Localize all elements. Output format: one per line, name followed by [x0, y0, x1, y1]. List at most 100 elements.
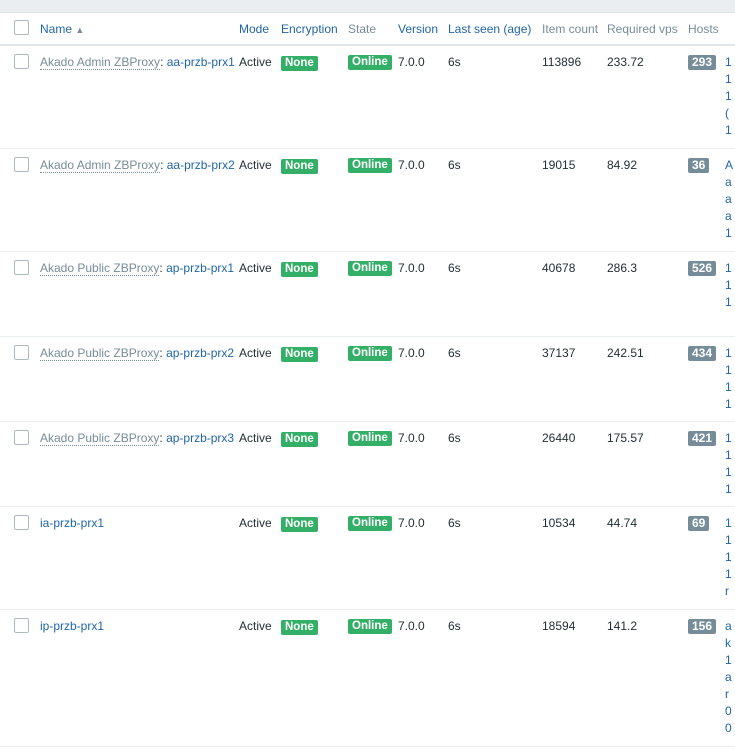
- item-count: 19015: [542, 148, 607, 252]
- host-link[interactable]: 1: [725, 464, 735, 481]
- hosts-list: Aaaa1: [725, 148, 735, 252]
- proxy-name-link[interactable]: ip-przb-prx1: [40, 619, 104, 633]
- column-encryption[interactable]: Encryption: [281, 13, 348, 46]
- proxy-name-link[interactable]: ap-przb-prx3: [166, 431, 234, 445]
- proxy-name-link[interactable]: aa-przb-prx1: [167, 55, 235, 69]
- mode: Active: [239, 506, 281, 610]
- encryption-badge: None: [281, 619, 318, 635]
- mode: Active: [239, 45, 281, 149]
- table-row: ia-przb-prx1 Active None Online 7.0.0 6s…: [0, 506, 735, 610]
- state-badge: Online: [348, 618, 392, 634]
- column-last-seen[interactable]: Last seen (age): [448, 13, 542, 46]
- host-link[interactable]: 1: [725, 260, 735, 277]
- state-badge: Online: [348, 55, 392, 70]
- host-link[interactable]: 1: [725, 225, 735, 242]
- host-link[interactable]: a: [725, 618, 735, 635]
- host-link[interactable]: a: [725, 174, 735, 191]
- proxy-group-link[interactable]: Akado Public ZBProxy: [40, 345, 160, 361]
- hosts-count-badge: 36: [688, 157, 710, 173]
- host-link[interactable]: k: [725, 635, 735, 652]
- host-link[interactable]: 1: [725, 277, 735, 294]
- host-link[interactable]: 1: [725, 362, 735, 379]
- host-link[interactable]: 1: [725, 430, 735, 447]
- host-link[interactable]: 1: [725, 122, 735, 139]
- version: 7.0.0: [398, 251, 448, 337]
- proxy-group-link[interactable]: Akado Public ZBProxy: [40, 260, 160, 276]
- row-checkbox[interactable]: [14, 344, 29, 360]
- proxies-table: Name ▲ Mode Encryption State Version Las…: [0, 13, 735, 747]
- host-link[interactable]: 0: [725, 703, 735, 720]
- proxy-name-link[interactable]: ap-przb-prx1: [166, 261, 234, 275]
- row-checkbox[interactable]: [14, 429, 29, 445]
- required-vps: 286.3: [607, 251, 688, 337]
- table-row: ip-przb-prx1 Active None Online 7.0.0 6s…: [0, 609, 735, 747]
- host-link[interactable]: 1: [725, 532, 735, 549]
- hosts-count-badge: 293: [688, 55, 717, 70]
- column-mode[interactable]: Mode: [239, 13, 281, 46]
- host-link[interactable]: r: [725, 583, 735, 600]
- version: 7.0.0: [398, 336, 448, 422]
- row-checkbox[interactable]: [14, 156, 29, 172]
- table-row: Akado Public ZBProxy: ap-przb-prx3 Activ…: [0, 421, 735, 507]
- host-link[interactable]: r: [725, 686, 735, 703]
- select-all-checkbox[interactable]: [14, 19, 29, 35]
- host-link[interactable]: 1: [725, 54, 735, 71]
- host-link[interactable]: (: [725, 105, 735, 122]
- hosts-list: 1111: [725, 421, 735, 507]
- state-badge: Online: [348, 260, 392, 276]
- proxy-group-link[interactable]: Akado Admin ZBProxy: [40, 157, 161, 173]
- host-link[interactable]: 1: [725, 515, 735, 532]
- host-link[interactable]: 1: [725, 88, 735, 105]
- host-link[interactable]: 1: [725, 481, 735, 498]
- version: 7.0.0: [398, 421, 448, 507]
- proxy-name-link[interactable]: ia-przb-prx1: [40, 516, 104, 530]
- column-name[interactable]: Name ▲: [40, 13, 239, 46]
- proxy-group-link[interactable]: Akado Admin ZBProxy: [40, 55, 161, 70]
- proxies-table-container: Name ▲ Mode Encryption State Version Las…: [0, 12, 735, 754]
- host-link[interactable]: 1: [725, 294, 735, 311]
- proxy-name-link[interactable]: aa-przb-prx2: [167, 158, 235, 172]
- host-link[interactable]: 1: [725, 549, 735, 566]
- version: 7.0.0: [398, 506, 448, 610]
- row-checkbox[interactable]: [14, 514, 29, 530]
- hosts-count-badge: 156: [688, 618, 717, 634]
- encryption-badge: None: [281, 346, 318, 362]
- proxy-name-link[interactable]: ap-przb-prx2: [166, 346, 234, 360]
- encryption-badge: None: [281, 431, 318, 447]
- version: 7.0.0: [398, 45, 448, 149]
- mode: Active: [239, 336, 281, 422]
- hosts-list: 111: [725, 251, 735, 337]
- table-row: Akado Public ZBProxy: ap-przb-prx1 Activ…: [0, 251, 735, 337]
- column-version[interactable]: Version: [398, 13, 448, 46]
- host-link[interactable]: 1: [725, 345, 735, 362]
- host-link[interactable]: 1: [725, 447, 735, 464]
- encryption-badge: None: [281, 56, 318, 71]
- state-badge: Online: [348, 430, 392, 446]
- last-seen: 6s: [448, 45, 542, 149]
- host-link[interactable]: 1: [725, 71, 735, 88]
- item-count: 40678: [542, 251, 607, 337]
- triangle-up-icon: ▲: [75, 24, 85, 35]
- encryption-badge: None: [281, 158, 318, 174]
- host-link[interactable]: 1: [725, 652, 735, 669]
- required-vps: 233.72: [607, 45, 688, 149]
- host-link[interactable]: 0: [725, 720, 735, 737]
- host-link[interactable]: 1: [725, 566, 735, 583]
- host-link[interactable]: a: [725, 669, 735, 686]
- row-checkbox[interactable]: [14, 617, 29, 633]
- host-link[interactable]: A: [725, 157, 735, 174]
- host-link[interactable]: 1: [725, 379, 735, 396]
- table-header: Name ▲ Mode Encryption State Version Las…: [0, 13, 735, 46]
- proxy-group-link[interactable]: Akado Public ZBProxy: [40, 430, 160, 446]
- encryption-badge: None: [281, 261, 318, 277]
- last-seen: 6s: [448, 148, 542, 252]
- host-link[interactable]: a: [725, 191, 735, 208]
- last-seen: 6s: [448, 609, 542, 747]
- item-count: 18594: [542, 609, 607, 747]
- hosts-count-badge: 434: [688, 345, 717, 361]
- row-checkbox[interactable]: [14, 259, 29, 275]
- host-link[interactable]: a: [725, 208, 735, 225]
- version: 7.0.0: [398, 609, 448, 747]
- host-link[interactable]: 1: [725, 396, 735, 413]
- row-checkbox[interactable]: [14, 54, 29, 69]
